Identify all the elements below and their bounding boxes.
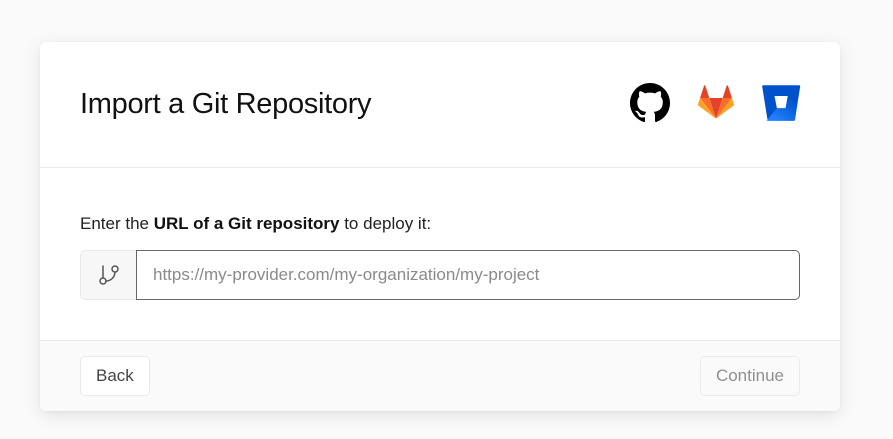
import-git-dialog: Import a Git Repository Enter the URL of…	[40, 42, 840, 411]
repo-url-field	[80, 250, 800, 300]
github-button[interactable]	[630, 83, 670, 123]
provider-list	[630, 83, 802, 123]
dialog-header: Import a Git Repository	[40, 42, 840, 168]
prompt-prefix: Enter the	[80, 214, 154, 233]
git-branch-icon	[98, 265, 119, 285]
dialog-body: Enter the URL of a Git repository to dep…	[40, 168, 840, 340]
url-prompt: Enter the URL of a Git repository to dep…	[80, 212, 431, 236]
repo-url-input[interactable]	[136, 250, 800, 300]
back-button[interactable]: Back	[80, 356, 150, 396]
bitbucket-icon	[762, 85, 801, 121]
bitbucket-button[interactable]	[762, 83, 802, 123]
dialog-title: Import a Git Repository	[80, 88, 372, 120]
prompt-suffix: to deploy it:	[339, 214, 432, 233]
github-icon	[630, 83, 670, 123]
gitlab-button[interactable]	[696, 83, 736, 123]
prompt-bold: URL of a Git repository	[153, 214, 340, 233]
gitlab-icon	[697, 85, 735, 119]
dialog-footer: Back Continue	[40, 340, 840, 411]
continue-button[interactable]: Continue	[699, 356, 800, 396]
input-prefix	[80, 250, 136, 300]
